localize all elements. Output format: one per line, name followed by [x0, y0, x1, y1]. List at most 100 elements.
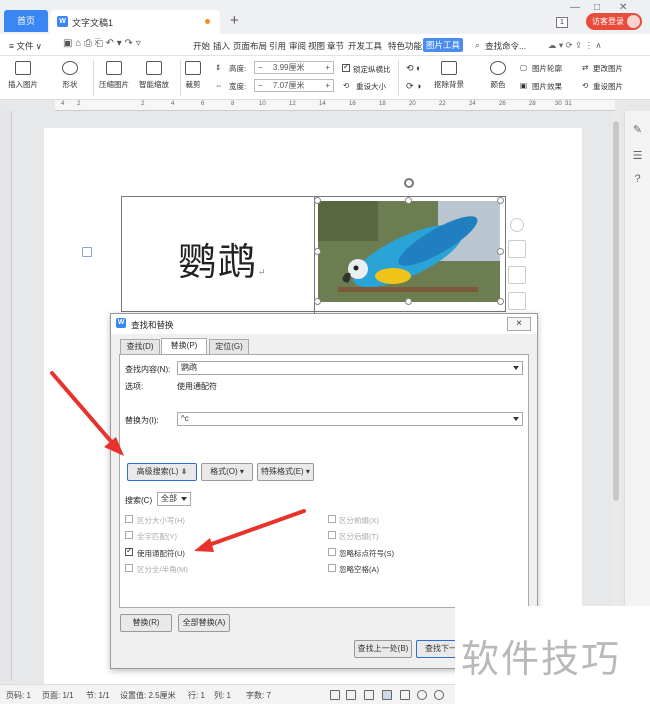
advanced-search-button[interactable]: 高级搜索(L) ⇟ — [127, 463, 197, 481]
vertical-ruler[interactable] — [0, 111, 12, 681]
ignore-punctuation-checkbox[interactable] — [328, 548, 336, 556]
eye-protection-icon[interactable] — [434, 690, 444, 700]
menu-features[interactable]: 特色功能 — [388, 40, 422, 52]
match-prefix-checkbox[interactable] — [328, 515, 336, 523]
search-scope-select[interactable]: 全部 — [157, 492, 191, 506]
tab-find[interactable]: 查找(D) — [120, 339, 160, 354]
layout-options-icon[interactable] — [508, 240, 526, 258]
resize-handle[interactable] — [314, 298, 321, 305]
color-button[interactable]: 颜色 — [490, 61, 506, 90]
tab-goto[interactable]: 定位(G) — [209, 339, 249, 354]
reset-size-button[interactable]: 重设大小 — [356, 81, 386, 92]
tab-home[interactable]: 首页 — [4, 10, 48, 32]
reset-picture-button[interactable]: 重设图片 — [593, 81, 623, 92]
menu-section[interactable]: 章节 — [327, 40, 344, 52]
focus-mode-icon[interactable] — [330, 690, 340, 700]
table-cell-text[interactable]: 鹦鹉↵ — [178, 231, 268, 286]
shape-button[interactable]: 形状 — [62, 61, 78, 90]
zoom-icon[interactable] — [508, 266, 526, 284]
rotate-icons[interactable]: ⟲ ◐ — [406, 63, 421, 74]
rotate-handle-icon[interactable] — [404, 178, 414, 188]
match-suffix-checkbox[interactable] — [328, 531, 336, 539]
resize-handle[interactable] — [314, 248, 321, 255]
insert-picture-button[interactable]: 插入图片 — [8, 61, 38, 90]
dialog-title-bar[interactable]: W 查找和替换 × — [111, 314, 537, 334]
new-tab-button[interactable]: + — [230, 12, 239, 29]
smart-zoom-button[interactable]: 智能缩放 — [139, 61, 169, 90]
horizontal-ruler[interactable]: 4 2 2 4 6 8 10 12 14 16 18 20 22 24 26 2… — [55, 100, 615, 111]
maximize-icon[interactable]: □ — [594, 2, 600, 13]
remove-background-button[interactable]: 抠除背景 — [434, 61, 464, 90]
replace-button[interactable]: 替换(R) — [120, 614, 172, 632]
ruler-tick: 30 — [555, 101, 562, 107]
paragraph-layout-icon[interactable] — [82, 247, 92, 257]
close-icon[interactable]: ✕ — [619, 2, 627, 13]
crop-icon[interactable] — [508, 292, 526, 310]
minimize-icon[interactable]: — — [570, 2, 580, 13]
special-format-button[interactable]: 特殊格式(E) ▾ — [257, 463, 314, 481]
find-content-input[interactable]: 鹦鹉 — [177, 361, 523, 375]
menu-developer[interactable]: 开发工具 — [348, 40, 382, 52]
menu-start[interactable]: 开始 — [193, 40, 210, 52]
menu-view[interactable]: 视图 — [308, 40, 325, 52]
picture-effect-button[interactable]: 图片效果 — [532, 81, 562, 92]
match-width-checkbox[interactable] — [125, 564, 133, 572]
window-count-badge[interactable]: 1 — [556, 17, 568, 28]
picture-outline-button[interactable]: 图片轮廓 — [532, 63, 562, 74]
pen-icon[interactable]: ✎ — [631, 123, 644, 136]
toolbar-quick-icons[interactable]: ▣ ⌂ ⎙ ⎗ ↶ ▾ ↷ ▿ — [63, 38, 141, 49]
find-previous-button[interactable]: 查找上一处(B) — [354, 640, 412, 658]
smart-zoom-label: 智能缩放 — [139, 80, 169, 89]
sliders-icon[interactable]: ☰ — [631, 149, 644, 162]
flip-icons[interactable]: ⟳ ◑ — [406, 81, 421, 92]
menu-picture-tools[interactable]: 图片工具 — [423, 38, 464, 52]
format-button[interactable]: 格式(O) ▾ — [201, 463, 253, 481]
match-case-checkbox[interactable] — [125, 515, 133, 523]
menu-review[interactable]: 审阅 — [289, 40, 306, 52]
whole-word-checkbox[interactable] — [125, 531, 133, 539]
web-view-icon[interactable] — [417, 690, 427, 700]
resize-handle[interactable] — [497, 248, 504, 255]
tab-replace[interactable]: 替换(P) — [161, 338, 207, 354]
use-wildcards-checkbox[interactable] — [125, 546, 133, 556]
shape-label: 形状 — [62, 80, 78, 89]
menu-insert[interactable]: 插入 — [213, 40, 230, 52]
help-icon[interactable]: ? — [631, 173, 644, 186]
guest-login-button[interactable]: 访客登录 — [586, 13, 642, 30]
cloud-icons[interactable]: ☁ ▾ ⟳ ⇪ ⋮ ∧ — [548, 40, 602, 51]
dialog-close-button[interactable]: × — [507, 317, 531, 331]
status-setting: 设置值: 2.5厘米 — [120, 691, 176, 700]
edit-mode-icon[interactable] — [364, 690, 374, 700]
command-search[interactable]: 查找命令... — [485, 40, 526, 52]
reset-size-icon: ⟲ — [343, 81, 350, 90]
read-mode-icon[interactable] — [346, 690, 356, 700]
file-menu[interactable]: ≡ 文件 ∨ — [9, 40, 42, 52]
resize-handle[interactable] — [497, 197, 504, 204]
parrot-picture[interactable] — [318, 201, 500, 302]
menu-reference[interactable]: 引用 — [269, 40, 286, 52]
replace-with-input[interactable]: ^c — [177, 412, 523, 426]
lock-ratio-checkbox[interactable] — [342, 62, 350, 72]
resize-handle[interactable] — [405, 197, 412, 204]
change-picture-button[interactable]: 更改图片 — [593, 63, 623, 74]
collapse-icon[interactable] — [510, 218, 524, 232]
match-case-label: 区分大小写(H) — [137, 516, 185, 525]
menu-layout[interactable]: 页面布局 — [233, 40, 267, 52]
page-view-icon[interactable] — [382, 690, 392, 700]
crop-button[interactable]: 裁剪 — [185, 61, 201, 90]
match-prefix-label: 区分前缀(X) — [339, 516, 379, 525]
search-icon[interactable]: ⌕ — [475, 40, 480, 51]
resize-handle[interactable] — [497, 298, 504, 305]
outline-view-icon[interactable] — [400, 690, 410, 700]
resize-handle[interactable] — [405, 298, 412, 305]
scrollbar-thumb[interactable] — [613, 121, 619, 501]
height-field[interactable]: − 3.99厘米 + — [254, 61, 334, 74]
replace-all-button[interactable]: 全部替换(A) — [178, 614, 230, 632]
vertical-scrollbar[interactable] — [611, 111, 621, 681]
ignore-spaces-checkbox[interactable] — [328, 564, 336, 572]
tab-document[interactable]: W 文字文稿1 — [50, 10, 220, 34]
height-icon: ⇕ — [215, 63, 222, 72]
compress-picture-button[interactable]: 压缩图片 — [99, 61, 129, 90]
resize-handle[interactable] — [314, 197, 321, 204]
width-field[interactable]: − 7.07厘米 + — [254, 79, 334, 92]
